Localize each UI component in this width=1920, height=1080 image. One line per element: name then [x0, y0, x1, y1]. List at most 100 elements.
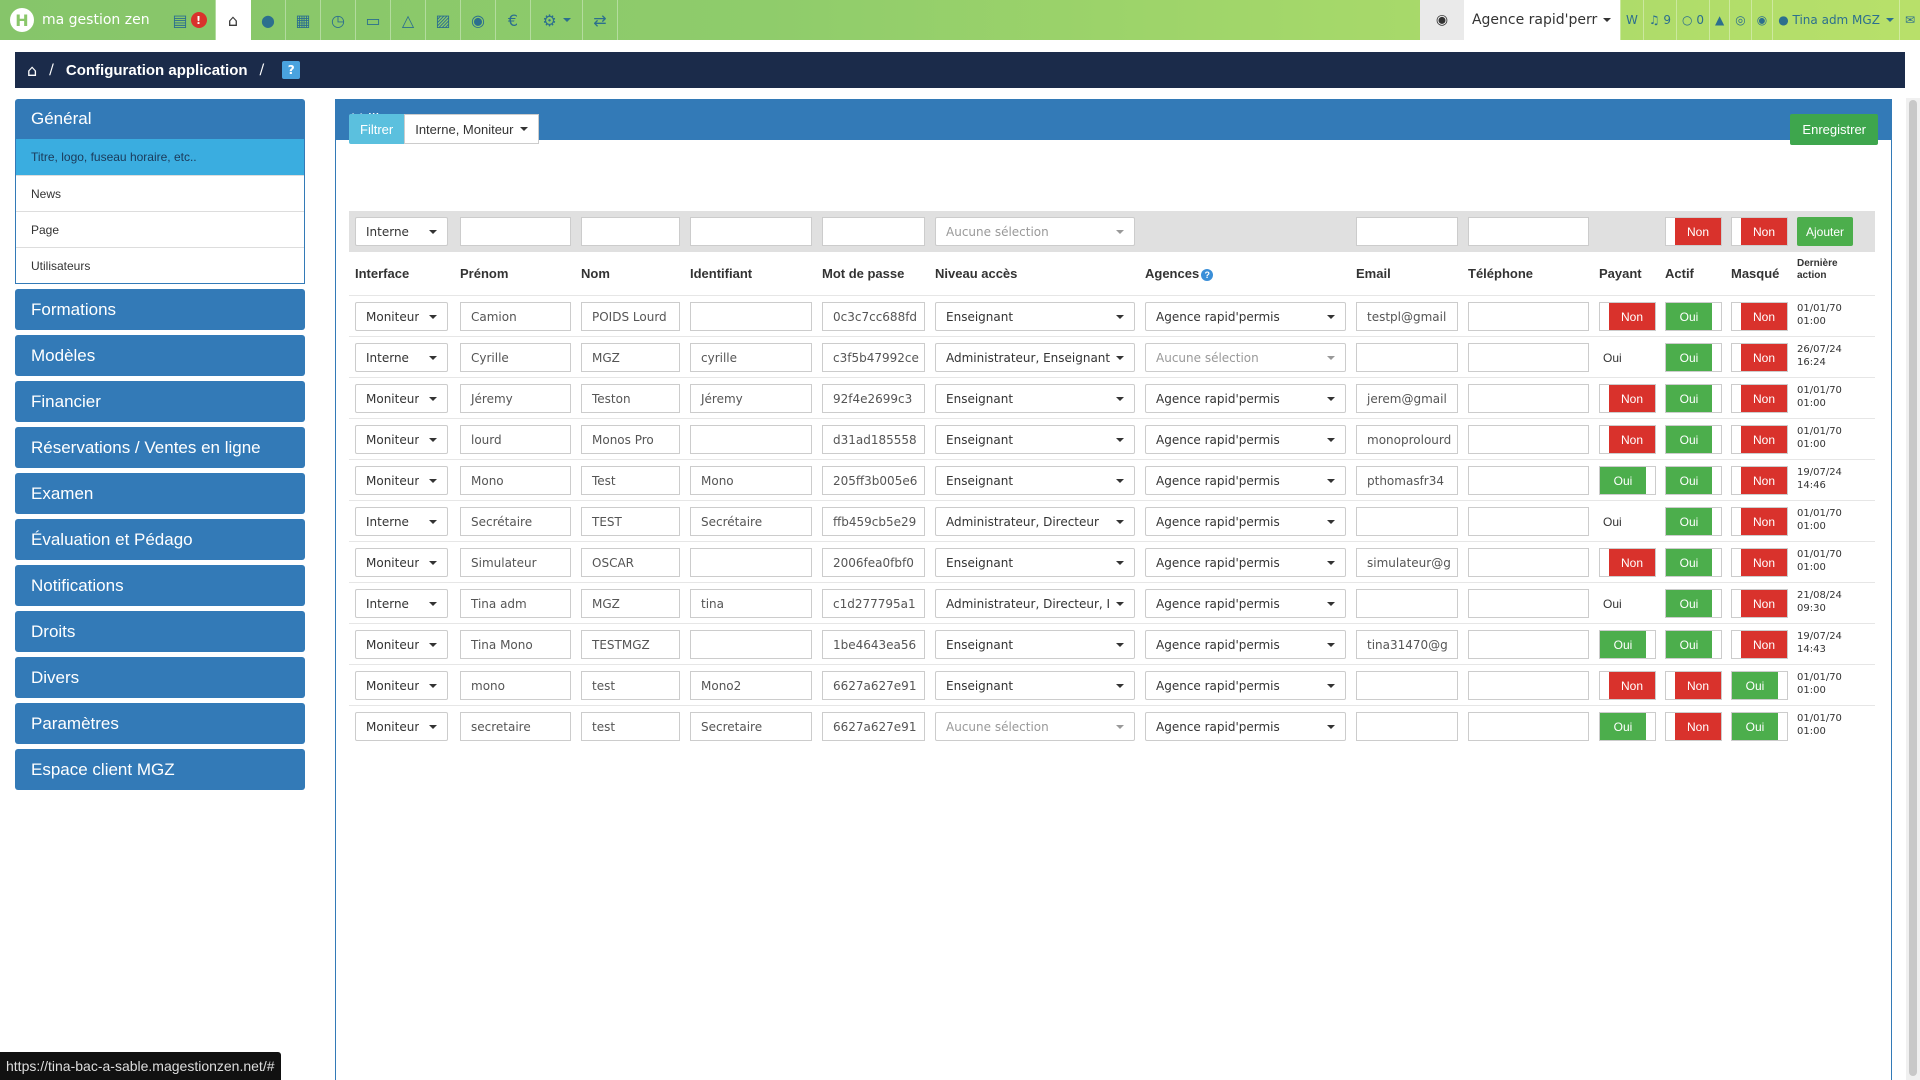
sidebar-section-parametres[interactable]: Paramètres	[15, 703, 305, 744]
actif-toggle[interactable]: Oui	[1665, 384, 1722, 413]
binoculars-button[interactable]: ▲	[1709, 0, 1729, 40]
telephone-input[interactable]	[1468, 712, 1589, 741]
sidebar-section-reservations[interactable]: Réservations / Ventes en ligne	[15, 427, 305, 468]
mdp-input[interactable]: 6627a627e91	[822, 671, 925, 700]
identifiant-input[interactable]: Secretaire	[690, 712, 812, 741]
news-nav-button[interactable]: ▤ !	[164, 0, 216, 40]
prenom-input[interactable]: Tina Mono	[460, 630, 571, 659]
payant-toggle[interactable]: Non	[1599, 671, 1656, 700]
email-input[interactable]	[1356, 589, 1458, 618]
sidebar-section-divers[interactable]: Divers	[15, 657, 305, 698]
sidebar-item-title-logo[interactable]: Titre, logo, fuseau horaire, etc..	[16, 139, 304, 175]
niveau-select[interactable]: Enseignant	[935, 425, 1135, 454]
sidebar-section-modeles[interactable]: Modèles	[15, 335, 305, 376]
interface-select[interactable]: Interne	[355, 589, 448, 618]
payant-toggle[interactable]: Non	[1599, 548, 1656, 577]
email-input[interactable]: tina31470@g	[1356, 630, 1458, 659]
telephone-input[interactable]	[1468, 630, 1589, 659]
calendar-nav-button[interactable]: ▦	[286, 0, 321, 40]
new-prenom-input[interactable]	[460, 217, 571, 246]
identifiant-input[interactable]: Secrétaire	[690, 507, 812, 536]
interface-select[interactable]: Moniteur	[355, 712, 448, 741]
telephone-input[interactable]	[1468, 466, 1589, 495]
email-input[interactable]: testpl@gmail	[1356, 302, 1458, 331]
email-input[interactable]: jerem@gmail	[1356, 384, 1458, 413]
masque-toggle[interactable]: Non	[1731, 507, 1788, 536]
agence-select[interactable]: Aucune sélection	[1145, 343, 1346, 372]
mdp-input[interactable]: 1be4643ea56	[822, 630, 925, 659]
payant-toggle[interactable]: Non	[1599, 302, 1656, 331]
actif-toggle[interactable]: Oui	[1665, 589, 1722, 618]
interface-select[interactable]: Interne	[355, 507, 448, 536]
telephone-input[interactable]	[1468, 548, 1589, 577]
brand[interactable]: H ma gestion zen	[0, 0, 164, 40]
mdp-input[interactable]: c1d277795a1	[822, 589, 925, 618]
masque-toggle[interactable]: Non	[1731, 302, 1788, 331]
shuffle-nav-button[interactable]: ⇄	[583, 0, 618, 40]
nom-input[interactable]: Test	[581, 466, 680, 495]
new-identifiant-input[interactable]	[690, 217, 812, 246]
new-interface-select[interactable]: Interne	[355, 217, 448, 246]
agence-select[interactable]: Agence rapid'permis	[1145, 466, 1346, 495]
mdp-input[interactable]: 0c3c7cc688fd	[822, 302, 925, 331]
user-nav-button[interactable]: ●	[251, 0, 286, 40]
interface-select[interactable]: Moniteur	[355, 466, 448, 495]
mdp-input[interactable]: 6627a627e91	[822, 712, 925, 741]
interface-select[interactable]: Moniteur	[355, 302, 448, 331]
warnings-button[interactable]: ○ 0	[1676, 0, 1709, 40]
nom-input[interactable]: Teston	[581, 384, 680, 413]
nom-input[interactable]: MGZ	[581, 343, 680, 372]
agence-select[interactable]: Agence rapid'permis	[1145, 302, 1346, 331]
notifications-button[interactable]: ♫ 9	[1642, 0, 1676, 40]
telephone-input[interactable]	[1468, 384, 1589, 413]
nom-input[interactable]: MGZ	[581, 589, 680, 618]
interface-select[interactable]: Interne	[355, 343, 448, 372]
new-niveau-select[interactable]: Aucune sélection	[935, 217, 1135, 246]
page-title[interactable]: Configuration application	[66, 62, 248, 79]
identifiant-input[interactable]: tina	[690, 589, 812, 618]
telephone-input[interactable]	[1468, 589, 1589, 618]
agence-select[interactable]: Agence rapid'permis	[1145, 384, 1346, 413]
sidebar-section-evaluation[interactable]: Évaluation et Pédago	[15, 519, 305, 560]
prenom-input[interactable]: Jéremy	[460, 384, 571, 413]
actif-toggle[interactable]: Oui	[1665, 548, 1722, 577]
identifiant-input[interactable]	[690, 548, 812, 577]
payant-toggle[interactable]: Non	[1599, 425, 1656, 454]
new-telephone-input[interactable]	[1468, 217, 1589, 246]
new-email-input[interactable]	[1356, 217, 1458, 246]
nom-input[interactable]: TEST	[581, 507, 680, 536]
card-nav-button[interactable]: ▭	[356, 0, 391, 40]
email-input[interactable]: simulateur@g	[1356, 548, 1458, 577]
person-nav-button[interactable]: △	[391, 0, 426, 40]
actif-toggle[interactable]: Oui	[1665, 425, 1722, 454]
interface-select[interactable]: Moniteur	[355, 630, 448, 659]
map-nav-button[interactable]: ◉	[461, 0, 496, 40]
mdp-input[interactable]: ffb459cb5e29	[822, 507, 925, 536]
prenom-input[interactable]: Secrétaire	[460, 507, 571, 536]
masque-toggle[interactable]: Non	[1731, 425, 1788, 454]
masque-toggle[interactable]: Non	[1731, 343, 1788, 372]
sidebar-section-espace-client[interactable]: Espace client MGZ	[15, 749, 305, 790]
niveau-select[interactable]: Administrateur, Directeur, I	[935, 589, 1135, 618]
niveau-select[interactable]: Enseignant	[935, 384, 1135, 413]
actif-toggle[interactable]: Non	[1665, 712, 1722, 741]
mdp-input[interactable]: 205ff3b005e6	[822, 466, 925, 495]
page-scrollbar[interactable]	[1906, 98, 1920, 1080]
masque-toggle[interactable]: Oui	[1731, 712, 1788, 741]
actif-toggle[interactable]: Oui	[1665, 507, 1722, 536]
niveau-select[interactable]: Enseignant	[935, 548, 1135, 577]
actif-toggle[interactable]: Oui	[1665, 302, 1722, 331]
nom-input[interactable]: Monos Pro	[581, 425, 680, 454]
identifiant-input[interactable]	[690, 630, 812, 659]
email-input[interactable]	[1356, 671, 1458, 700]
sidebar-section-formations[interactable]: Formations	[15, 289, 305, 330]
prenom-input[interactable]: Mono	[460, 466, 571, 495]
payant-toggle[interactable]: Oui	[1599, 466, 1656, 495]
niveau-select[interactable]: Enseignant	[935, 466, 1135, 495]
filter-button[interactable]: Filtrer	[349, 114, 405, 144]
save-button[interactable]: Enregistrer	[1790, 114, 1878, 145]
niveau-select[interactable]: Enseignant	[935, 302, 1135, 331]
nom-input[interactable]: test	[581, 712, 680, 741]
niveau-select[interactable]: Enseignant	[935, 671, 1135, 700]
payant-toggle[interactable]: Oui	[1599, 630, 1656, 659]
